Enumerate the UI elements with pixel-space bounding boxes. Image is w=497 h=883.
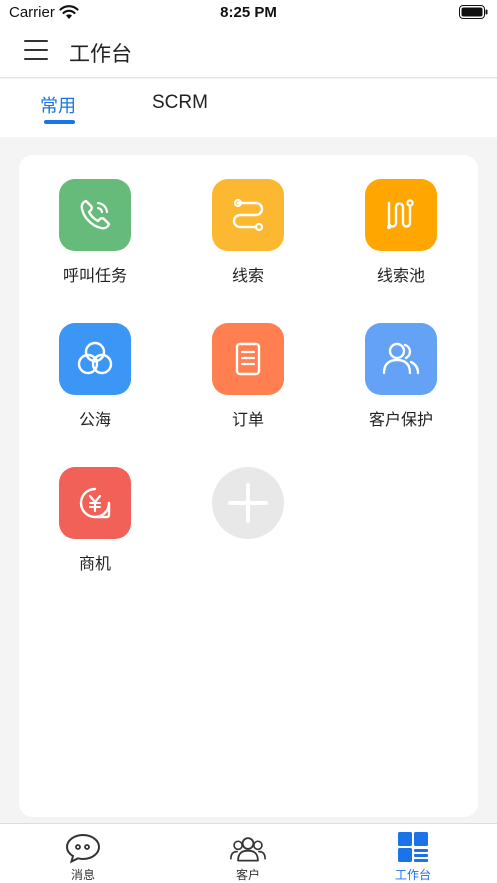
order-document-icon [212,323,284,395]
grid-label-call-task: 呼叫任务 [62,266,127,285]
tabbar-item-workbench[interactable]: 工作台 [353,824,473,883]
tabbar-label-customers: 客户 [235,868,260,882]
grid-item-customer-protection[interactable]: 客户保护 [336,323,466,443]
page-title: 工作台 [69,42,132,66]
tabbar-item-customers[interactable]: 客户 [188,824,308,883]
grid-label-orders: 订单 [231,410,264,429]
tabbar-item-messages[interactable]: 消息 [23,824,143,883]
bottom-tab-bar: 消息 客户 工作台 [0,823,497,883]
tab-scrm[interactable]: SCRM [152,92,208,114]
app-grid-card: 呼叫任务 线索 线索池 公海 订单 客户保护 商机 [19,155,478,817]
grid-label-leads: 线索 [231,266,264,285]
customers-icon [230,837,266,862]
grid-label-customer-protection: 客户保护 [368,410,433,429]
grid-item-lead-pool[interactable]: 线索池 [336,179,466,299]
nav-bar: 工作台 [0,26,497,78]
add-plus-icon[interactable] [212,467,284,539]
grid-item-leads[interactable]: 线索 [183,179,313,299]
grid-item-add[interactable] [183,467,313,587]
sea-swirl-icon [59,323,131,395]
customer-users-icon [365,323,437,395]
tabbar-label-messages: 消息 [70,868,95,882]
grid-label-public-sea: 公海 [78,410,111,429]
grid-item-opportunity[interactable]: 商机 [30,467,160,587]
grid-label-lead-pool: 线索池 [376,266,425,285]
grid-label-opportunity: 商机 [78,554,111,573]
battery-icon [459,5,488,19]
active-tab-indicator [44,120,75,124]
status-time: 8:25 PM [220,4,277,21]
tab-common[interactable]: 常用 [40,92,76,118]
message-chat-icon [65,833,101,864]
grid-item-orders[interactable]: 订单 [183,323,313,443]
phone-call-icon [59,179,131,251]
workbench-grid-icon [398,832,428,862]
segment-tabs: 常用 SCRM [0,79,497,137]
route-link-icon [212,179,284,251]
status-bar: Carrier 8:25 PM [0,0,497,26]
grid-item-call-task[interactable]: 呼叫任务 [30,179,160,299]
hamburger-menu-icon[interactable] [24,39,50,61]
tabbar-label-workbench: 工作台 [394,868,431,882]
yuan-opportunity-icon [59,467,131,539]
grid-item-public-sea[interactable]: 公海 [30,323,160,443]
lead-pool-icon [365,179,437,251]
